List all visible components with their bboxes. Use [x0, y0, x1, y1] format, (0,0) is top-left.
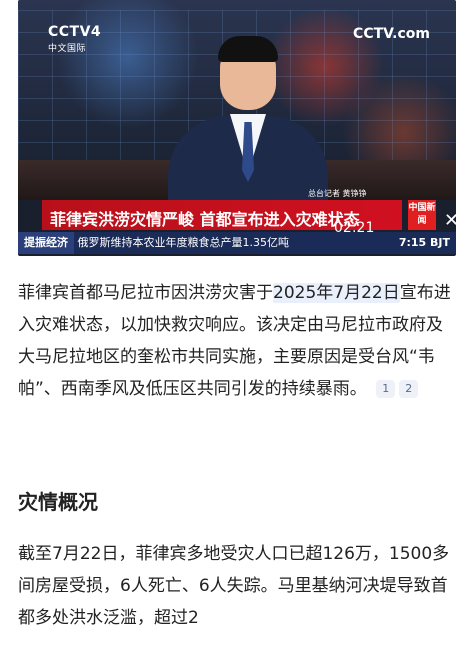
- news-video[interactable]: CCTV4 中文国际 CCTV.com 总台记者 黄铮铮 菲律宾洪涝灾情严峻 首…: [18, 0, 456, 256]
- reporter-caption: 总台记者 黄铮铮: [308, 189, 367, 198]
- citation-2[interactable]: 2: [399, 380, 419, 398]
- cctv-corner-logo: CCTV.com: [353, 26, 430, 42]
- ticker-tag: 提振经济: [18, 232, 74, 254]
- headline-text: 菲律宾洪涝灾情严峻 首都宣布进入灾难状态: [50, 210, 360, 229]
- article-paragraph-1: 菲律宾首都马尼拉市因洪涝灾害于2025年7月22日宣布进入灾难状态，以加快救灾响…: [18, 283, 451, 399]
- citation-1[interactable]: 1: [376, 380, 396, 398]
- close-icon[interactable]: ✕: [444, 210, 456, 231]
- date-highlight: 2025年7月22日: [273, 283, 400, 303]
- article-paragraph-2: 截至7月22日，菲律宾多地受灾人口已超126万，1500多间房屋受损，6人死亡、…: [18, 544, 450, 628]
- ticker-time: 7:15 BJT: [398, 236, 450, 249]
- ticker-text: 俄罗斯维持本农业年度粮食总产量1.35亿吨: [77, 236, 290, 249]
- news-ticker: 提振经济 俄罗斯维持本农业年度粮食总产量1.35亿吨 7:15 BJT: [18, 232, 456, 254]
- channel-logo: CCTV4 中文国际: [48, 24, 102, 54]
- news-anchor: [168, 36, 328, 226]
- news-badge: 中国新闻: [408, 200, 436, 230]
- section-title: 灾情概况: [18, 490, 98, 514]
